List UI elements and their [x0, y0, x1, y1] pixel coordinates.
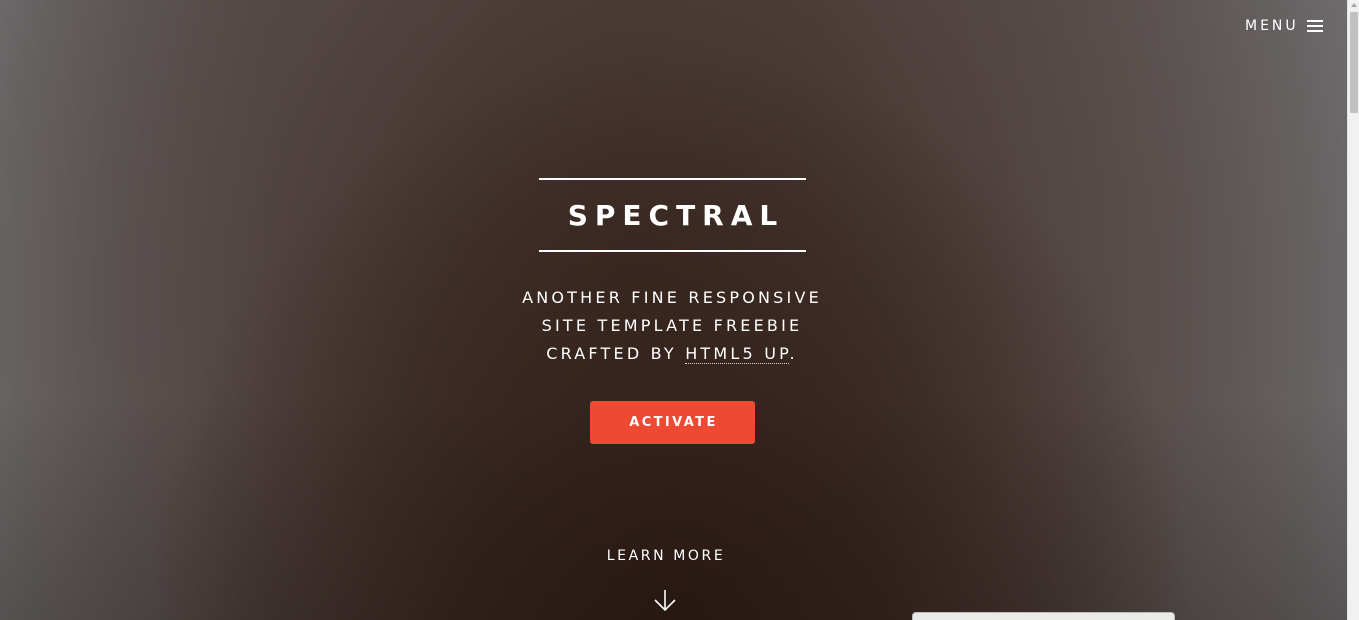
learn-more-link[interactable]: LEARN MORE — [566, 548, 766, 564]
arrow-down-icon[interactable] — [653, 588, 677, 614]
scrollbar[interactable] — [1347, 0, 1359, 620]
scrollbar-thumb[interactable] — [1350, 12, 1358, 113]
tagline: ANOTHER FINE RESPONSIVE SITE TEMPLATE FR… — [472, 284, 872, 368]
menu-label: MENU — [1245, 18, 1299, 34]
tagline-line-2: SITE TEMPLATE FREEBIE — [541, 316, 803, 335]
activate-button[interactable]: ACTIVATE — [590, 401, 755, 444]
html5up-link[interactable]: HTML5 UP — [685, 344, 790, 364]
hamburger-icon[interactable] — [1306, 19, 1323, 33]
tagline-prefix: CRAFTED BY — [546, 344, 686, 363]
popup-panel-edge — [912, 612, 1175, 620]
menu-toggle[interactable]: MENU — [1245, 16, 1323, 36]
tagline-line-1: ANOTHER FINE RESPONSIVE — [522, 288, 822, 307]
site-title-box: SPECTRAL — [539, 178, 806, 252]
site-title: SPECTRAL — [567, 198, 785, 232]
tagline-line-3: CRAFTED BY HTML5 UP. — [472, 340, 872, 368]
scroll-up-icon[interactable] — [1351, 3, 1357, 7]
tagline-suffix: . — [789, 344, 798, 363]
